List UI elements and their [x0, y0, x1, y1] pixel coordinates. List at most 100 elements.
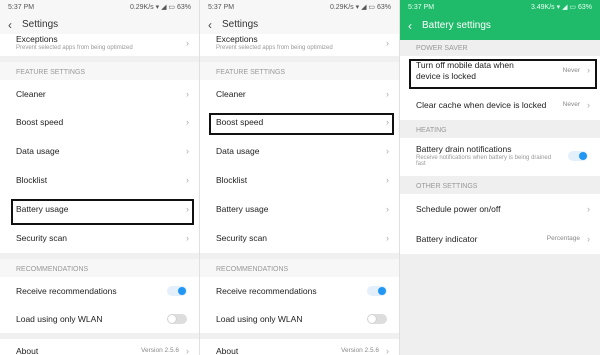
row-blocklist[interactable]: Blocklist ›	[200, 166, 399, 195]
row-schedule-power[interactable]: Schedule power on/off ›	[400, 194, 600, 224]
chevron-right-icon: ›	[186, 38, 189, 48]
row-load-wlan[interactable]: Load using only WLAN	[200, 305, 399, 333]
row-boost-speed[interactable]: Boost speed ›	[0, 108, 199, 137]
chevron-right-icon: ›	[186, 233, 189, 243]
row-label: Clear cache when device is locked	[416, 100, 547, 110]
page-title: Settings	[22, 19, 59, 30]
row-security-scan[interactable]: Security scan ›	[0, 224, 199, 253]
highlight-box-boost-speed	[209, 113, 394, 135]
status-indicators: 3.49K/s ▾ ◢ ▭ 63%	[530, 4, 592, 11]
row-cleaner[interactable]: Cleaner ›	[200, 80, 399, 108]
status-indicators: 0.29K/s ▾ ◢ ▭ 63%	[329, 4, 391, 11]
battery-percent: 63%	[176, 4, 191, 11]
row-label: Schedule power on/off	[416, 204, 501, 214]
app-bar: 5:37 PM 3.49K/s ▾ ◢ ▭ 63% ‹ Battery sett…	[400, 0, 600, 40]
chevron-right-icon: ›	[386, 204, 389, 214]
back-arrow-icon[interactable]: ‹	[208, 16, 212, 34]
toggle-receive-recommendations[interactable]	[367, 286, 387, 296]
row-clear-cache[interactable]: Clear cache when device is locked Never …	[400, 90, 600, 120]
battery-percent: 63%	[577, 4, 592, 11]
exceptions-row[interactable]: Exceptions Prevent selected apps from be…	[200, 34, 399, 56]
row-label: Blocklist	[216, 175, 248, 185]
row-label: Receive recommendations	[16, 286, 117, 296]
section-power-saver: POWER SAVER	[416, 45, 468, 52]
row-label: Security scan	[16, 233, 68, 243]
chevron-right-icon: ›	[386, 346, 389, 355]
status-bar: 5:37 PM 0.29K/s ▾ ◢ ▭ 63%	[200, 0, 399, 16]
row-battery-indicator[interactable]: Battery indicator Percentage ›	[400, 224, 600, 254]
row-receive-recommendations[interactable]: Receive recommendations	[0, 277, 199, 305]
battery-settings-panel: 5:37 PM 3.49K/s ▾ ◢ ▭ 63% ‹ Battery sett…	[400, 0, 600, 355]
row-label: About	[16, 346, 39, 355]
row-label: Battery indicator	[416, 234, 478, 244]
chevron-right-icon: ›	[186, 146, 189, 156]
chevron-right-icon: ›	[386, 38, 389, 48]
chevron-right-icon: ›	[186, 175, 189, 185]
toggle-knob	[368, 315, 376, 323]
row-label: Boost speed	[16, 117, 64, 127]
status-bar: 5:37 PM 0.29K/s ▾ ◢ ▭ 63%	[0, 0, 199, 16]
row-load-wlan[interactable]: Load using only WLAN	[0, 305, 199, 333]
toggle-load-wlan[interactable]	[167, 314, 187, 324]
row-label: Data usage	[16, 146, 60, 156]
status-bar: 5:37 PM 3.49K/s ▾ ◢ ▭ 63%	[400, 0, 600, 16]
exceptions-sub: Prevent selected apps from being optimiz…	[216, 45, 333, 51]
row-label: Battery usage	[216, 204, 269, 214]
row-blocklist[interactable]: Blocklist ›	[0, 166, 199, 195]
exceptions-row[interactable]: Exceptions Prevent selected apps from be…	[0, 34, 199, 56]
highlight-box-turn-off	[409, 59, 597, 89]
section-heating: HEATING	[416, 127, 447, 134]
row-cleaner[interactable]: Cleaner ›	[0, 80, 199, 108]
version-value: Version 2.5.6	[341, 347, 379, 354]
network-speed: 0.29K/s	[329, 4, 354, 11]
toggle-load-wlan[interactable]	[367, 314, 387, 324]
toggle-knob	[378, 287, 386, 295]
version-value: Version 2.5.6	[141, 347, 179, 354]
chevron-right-icon: ›	[587, 204, 590, 214]
setting-value: Percentage	[546, 235, 580, 242]
chevron-right-icon: ›	[186, 89, 189, 99]
toggle-knob	[579, 152, 587, 160]
page-title: Settings	[222, 19, 259, 30]
network-speed: 0.29K/s	[129, 4, 154, 11]
row-battery-drain[interactable]: Battery drain notifications Receive noti…	[400, 138, 600, 176]
row-battery-usage[interactable]: Battery usage ›	[200, 195, 399, 224]
highlight-box-battery-usage	[11, 199, 194, 225]
exceptions-label: Exceptions	[216, 34, 258, 44]
chevron-right-icon: ›	[587, 100, 590, 110]
chevron-right-icon: ›	[587, 234, 590, 244]
row-sub: Receive notifications when battery is be…	[416, 155, 552, 167]
status-time: 5:37 PM	[408, 4, 435, 11]
toggle-knob	[178, 287, 186, 295]
page-title: Battery settings	[422, 20, 491, 31]
row-label: Cleaner	[16, 89, 46, 99]
app-header: ‹ Settings	[0, 16, 199, 34]
row-data-usage[interactable]: Data usage ›	[200, 137, 399, 166]
row-label: Cleaner	[216, 89, 246, 99]
back-arrow-icon[interactable]: ‹	[408, 16, 412, 36]
exceptions-label: Exceptions	[16, 34, 58, 44]
row-receive-recommendations[interactable]: Receive recommendations	[200, 277, 399, 305]
row-label: Receive recommendations	[216, 286, 317, 296]
row-label: Load using only WLAN	[216, 314, 303, 324]
app-header: ‹ Battery settings	[400, 16, 600, 36]
status-time: 5:37 PM	[208, 4, 235, 11]
row-label: Security scan	[216, 233, 268, 243]
toggle-battery-drain[interactable]	[568, 151, 588, 161]
row-label: Blocklist	[16, 175, 48, 185]
section-recommendations: RECOMMENDATIONS	[16, 266, 89, 273]
row-about[interactable]: About Version 2.5.6 ›	[0, 339, 199, 355]
chevron-right-icon: ›	[386, 146, 389, 156]
status-indicators: 0.29K/s ▾ ◢ ▭ 63%	[129, 4, 191, 11]
settings-panel-2: 5:37 PM 0.29K/s ▾ ◢ ▭ 63% ‹ Settings Exc…	[200, 0, 400, 355]
row-data-usage[interactable]: Data usage ›	[0, 137, 199, 166]
chevron-right-icon: ›	[186, 117, 189, 127]
setting-value: Never	[562, 101, 580, 108]
back-arrow-icon[interactable]: ‹	[8, 16, 12, 34]
row-security-scan[interactable]: Security scan ›	[200, 224, 399, 253]
row-about[interactable]: About Version 2.5.6 ›	[200, 339, 399, 355]
section-recommendations: RECOMMENDATIONS	[216, 266, 289, 273]
toggle-receive-recommendations[interactable]	[167, 286, 187, 296]
battery-percent: 63%	[376, 4, 391, 11]
section-other-settings: OTHER SETTINGS	[416, 183, 478, 190]
